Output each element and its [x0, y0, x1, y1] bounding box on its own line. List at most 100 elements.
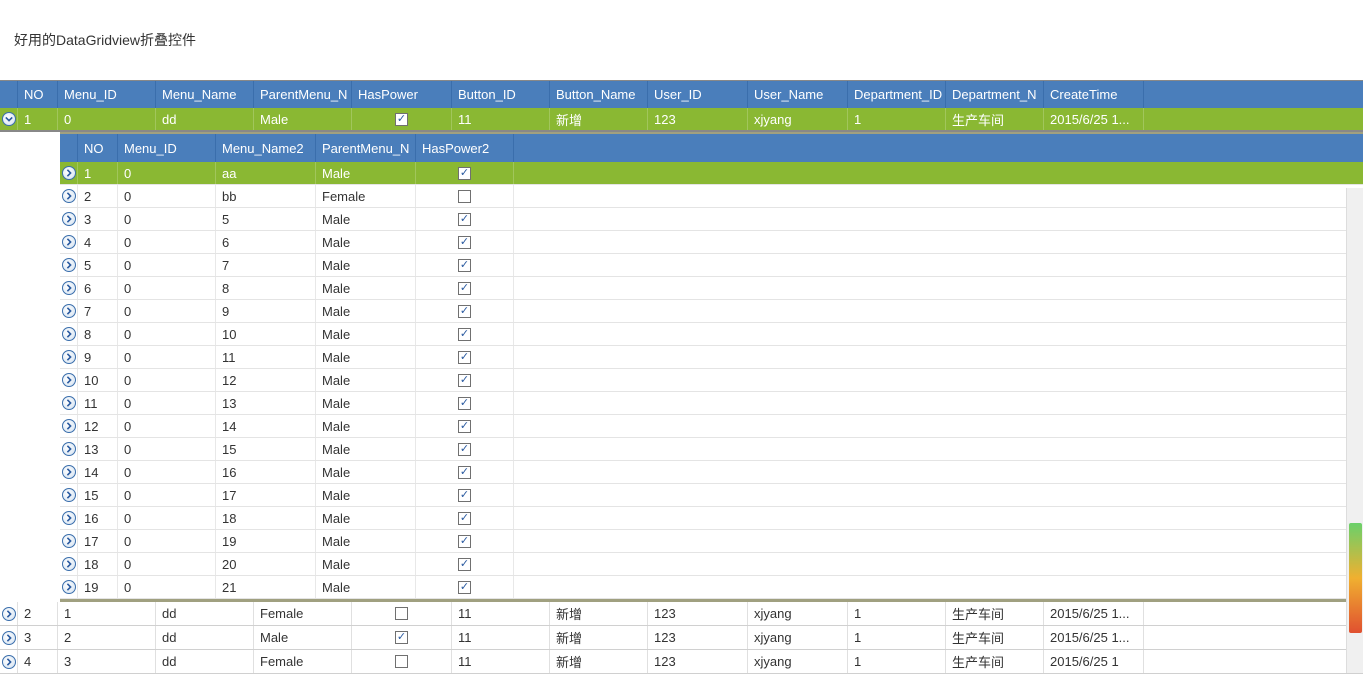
chevron-right-icon[interactable]	[62, 327, 76, 341]
row-expander[interactable]	[60, 277, 78, 299]
cell-menu-name2[interactable]: aa	[216, 162, 316, 184]
cell-parentmenu-n[interactable]: Male	[316, 323, 416, 345]
cell-createtime[interactable]: 2015/6/25 1...	[1044, 602, 1144, 625]
checkbox-icon[interactable]	[458, 489, 471, 502]
row-expander[interactable]	[0, 626, 18, 649]
cell-button-id[interactable]: 11	[452, 650, 550, 673]
cell-parentmenu-n[interactable]: Male	[316, 553, 416, 575]
row-expander[interactable]	[0, 602, 18, 625]
cell-parentmenu-n[interactable]: Female	[316, 185, 416, 207]
child-row[interactable]: 7 0 9 Male	[60, 300, 1363, 323]
cell-department-n[interactable]: 生产车间	[946, 650, 1044, 673]
cell-menu-name[interactable]: dd	[156, 650, 254, 673]
col-menu-name[interactable]: Menu_Name	[156, 81, 254, 108]
chevron-right-icon[interactable]	[62, 557, 76, 571]
child-row[interactable]: 14 0 16 Male	[60, 461, 1363, 484]
checkbox-icon[interactable]	[458, 213, 471, 226]
chevron-right-icon[interactable]	[62, 350, 76, 364]
cell-haspower2[interactable]	[416, 461, 514, 483]
cell-menu-id[interactable]: 0	[118, 185, 216, 207]
cell-parentmenu-n[interactable]: Female	[254, 602, 352, 625]
checkbox-icon[interactable]	[458, 328, 471, 341]
cell-user-id[interactable]: 123	[648, 650, 748, 673]
cell-menu-name2[interactable]: 15	[216, 438, 316, 460]
cell-menu-id[interactable]: 0	[58, 108, 156, 130]
cell-haspower2[interactable]	[416, 323, 514, 345]
chevron-right-icon[interactable]	[62, 304, 76, 318]
cell-button-name[interactable]: 新增	[550, 650, 648, 673]
checkbox-icon[interactable]	[458, 236, 471, 249]
cell-haspower2[interactable]	[416, 392, 514, 414]
chevron-right-icon[interactable]	[62, 281, 76, 295]
cell-menu-id[interactable]: 0	[118, 553, 216, 575]
cell-user-name[interactable]: xjyang	[748, 108, 848, 130]
row-expander[interactable]	[60, 185, 78, 207]
child-row[interactable]: 16 0 18 Male	[60, 507, 1363, 530]
cell-menu-id[interactable]: 0	[118, 346, 216, 368]
col-parentmenu-n[interactable]: ParentMenu_N	[316, 134, 416, 162]
cell-menu-name2[interactable]: 5	[216, 208, 316, 230]
cell-menu-name2[interactable]: 10	[216, 323, 316, 345]
cell-user-id[interactable]: 123	[648, 602, 748, 625]
col-parentmenu-n[interactable]: ParentMenu_N	[254, 81, 352, 108]
checkbox-icon[interactable]	[458, 259, 471, 272]
cell-menu-id[interactable]: 0	[118, 162, 216, 184]
child-row[interactable]: 6 0 8 Male	[60, 277, 1363, 300]
cell-no[interactable]: 7	[78, 300, 118, 322]
cell-no[interactable]: 18	[78, 553, 118, 575]
cell-no[interactable]: 19	[78, 576, 118, 598]
row-expander[interactable]	[60, 438, 78, 460]
row-expander[interactable]	[60, 415, 78, 437]
child-row[interactable]: 11 0 13 Male	[60, 392, 1363, 415]
cell-menu-id[interactable]: 0	[118, 576, 216, 598]
cell-menu-name2[interactable]: 21	[216, 576, 316, 598]
cell-menu-id[interactable]: 0	[118, 300, 216, 322]
checkbox-icon[interactable]	[458, 535, 471, 548]
checkbox-icon[interactable]	[458, 443, 471, 456]
checkbox-icon[interactable]	[458, 581, 471, 594]
cell-menu-name2[interactable]: 12	[216, 369, 316, 391]
cell-no[interactable]: 13	[78, 438, 118, 460]
cell-haspower2[interactable]	[416, 530, 514, 552]
cell-haspower2[interactable]	[416, 507, 514, 529]
col-no[interactable]: NO	[78, 134, 118, 162]
cell-menu-id[interactable]: 0	[118, 438, 216, 460]
cell-department-n[interactable]: 生产车间	[946, 108, 1044, 130]
cell-haspower2[interactable]	[416, 576, 514, 598]
cell-menu-name[interactable]: dd	[156, 602, 254, 625]
child-row[interactable]: 18 0 20 Male	[60, 553, 1363, 576]
cell-no[interactable]: 1	[18, 108, 58, 130]
cell-haspower2[interactable]	[416, 162, 514, 184]
row-expander[interactable]	[60, 323, 78, 345]
col-menu-id[interactable]: Menu_ID	[118, 134, 216, 162]
cell-department-id[interactable]: 1	[848, 108, 946, 130]
checkbox-icon[interactable]	[458, 558, 471, 571]
cell-no[interactable]: 17	[78, 530, 118, 552]
cell-menu-name2[interactable]: 11	[216, 346, 316, 368]
cell-no[interactable]: 15	[78, 484, 118, 506]
chevron-right-icon[interactable]	[2, 112, 16, 126]
chevron-right-icon[interactable]	[62, 235, 76, 249]
cell-menu-id[interactable]: 0	[118, 208, 216, 230]
cell-haspower2[interactable]	[416, 369, 514, 391]
col-button-name[interactable]: Button_Name	[550, 81, 648, 108]
cell-button-id[interactable]: 11	[452, 108, 550, 130]
checkbox-icon[interactable]	[458, 374, 471, 387]
cell-no[interactable]: 2	[78, 185, 118, 207]
cell-menu-id[interactable]: 0	[118, 231, 216, 253]
child-row[interactable]: 5 0 7 Male	[60, 254, 1363, 277]
child-row[interactable]: 12 0 14 Male	[60, 415, 1363, 438]
chevron-right-icon[interactable]	[62, 258, 76, 272]
checkbox-icon[interactable]	[458, 397, 471, 410]
cell-haspower[interactable]	[352, 602, 452, 625]
cell-department-id[interactable]: 1	[848, 626, 946, 649]
main-row[interactable]: 4 3 dd Female 11 新增 123 xjyang 1 生产车间 20…	[0, 650, 1363, 674]
cell-haspower[interactable]	[352, 108, 452, 130]
cell-menu-id[interactable]: 2	[58, 626, 156, 649]
child-row[interactable]: 15 0 17 Male	[60, 484, 1363, 507]
cell-department-n[interactable]: 生产车间	[946, 626, 1044, 649]
cell-haspower2[interactable]	[416, 415, 514, 437]
cell-haspower2[interactable]	[416, 254, 514, 276]
chevron-right-icon[interactable]	[62, 373, 76, 387]
chevron-right-icon[interactable]	[62, 488, 76, 502]
